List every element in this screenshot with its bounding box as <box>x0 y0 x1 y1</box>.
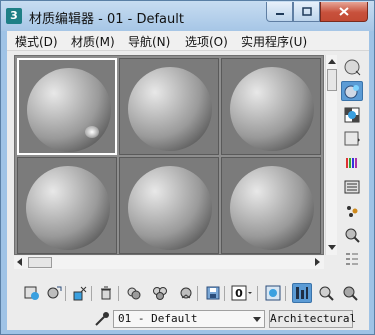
sample-slot[interactable] <box>221 58 321 155</box>
scroll-left-icon[interactable] <box>17 258 22 266</box>
copy-material-icon <box>153 287 167 300</box>
toolbar-separator <box>224 286 225 301</box>
get-material-button[interactable] <box>22 283 42 303</box>
bottom-toolbar: 0 <box>14 283 366 305</box>
background-button[interactable] <box>341 105 363 125</box>
get-material-icon <box>24 286 39 300</box>
menu-material[interactable]: 材质(M) <box>71 33 115 50</box>
select-by-material-button[interactable] <box>341 225 363 245</box>
editor-client-area: 0 01 - Default Architectural <box>7 51 369 330</box>
make-preview-button[interactable] <box>341 177 363 197</box>
sample-slots-grid <box>14 55 324 255</box>
material-name-bar: 01 - Default Architectural <box>7 309 369 331</box>
material-type-button[interactable]: Architectural <box>269 310 356 328</box>
material-sphere <box>27 68 111 152</box>
sample-uv-tiling-icon <box>344 131 360 146</box>
material-name-value: 01 - Default <box>118 312 198 325</box>
make-unique-button[interactable] <box>124 283 144 303</box>
vertical-scroll-thumb[interactable] <box>327 69 337 91</box>
sample-slot[interactable] <box>221 157 321 254</box>
save-icon <box>206 286 220 300</box>
trash-icon <box>101 286 111 300</box>
toolbar-separator <box>65 286 66 301</box>
toolbar-separator <box>118 286 119 301</box>
toolbar-separator <box>257 286 258 301</box>
menu-mode[interactable]: 模式(D) <box>15 33 58 50</box>
eyedropper-button[interactable] <box>93 310 111 328</box>
go-forward-icon <box>343 286 358 301</box>
material-sphere <box>26 166 110 250</box>
material-name-dropdown[interactable]: 01 - Default <box>113 310 265 328</box>
select-by-material-icon <box>345 228 360 243</box>
material-sphere <box>128 67 212 151</box>
material-id-channel-button[interactable]: 0 <box>230 283 254 303</box>
toolbar-separator <box>197 286 198 301</box>
scroll-down-icon[interactable] <box>328 245 336 250</box>
material-sphere <box>230 166 314 250</box>
scroll-right-icon[interactable] <box>315 258 320 266</box>
material-sphere <box>230 67 314 151</box>
sample-slot[interactable] <box>17 157 117 254</box>
sample-type-icon <box>344 59 361 76</box>
backlight-icon <box>344 85 359 99</box>
options-icon <box>347 206 358 217</box>
material-map-navigator-button[interactable] <box>341 249 363 269</box>
menu-navigation[interactable]: 导航(N) <box>128 33 170 50</box>
show-end-result-icon <box>296 287 308 299</box>
menu-utilities[interactable]: 实用程序(U) <box>241 33 307 50</box>
sample-slot[interactable] <box>119 58 219 155</box>
sample-uv-tiling-button[interactable] <box>341 129 363 149</box>
backlight-button[interactable] <box>341 81 363 101</box>
go-forward-button[interactable] <box>340 283 360 303</box>
maximize-icon <box>301 7 312 16</box>
toolbar-separator <box>285 286 286 301</box>
sample-type-button[interactable] <box>341 57 363 77</box>
material-map-navigator-icon <box>346 253 358 265</box>
assign-to-selection-icon <box>73 286 87 301</box>
toolbar-separator <box>91 286 92 301</box>
window-title: 材质编辑器 - 01 - Default <box>29 12 184 27</box>
go-to-parent-button[interactable] <box>316 283 336 303</box>
save-material-button[interactable] <box>203 283 223 303</box>
menu-options[interactable]: 选项(O) <box>185 33 228 50</box>
put-to-scene-button[interactable] <box>44 283 64 303</box>
minimize-icon <box>275 12 284 15</box>
eyedropper-icon <box>95 312 109 326</box>
maximize-button[interactable] <box>293 2 320 22</box>
video-color-check-icon <box>346 158 357 168</box>
chevron-down-icon <box>253 317 261 322</box>
put-to-library-button[interactable] <box>176 283 196 303</box>
make-preview-icon <box>344 180 360 194</box>
title-bar[interactable]: 3 材质编辑器 - 01 - Default <box>1 1 374 31</box>
show-end-result-button[interactable] <box>292 283 312 303</box>
show-map-in-viewport-icon <box>265 285 281 301</box>
material-id-channel-value: 0 <box>235 287 243 300</box>
minimize-button[interactable] <box>266 2 293 22</box>
put-to-scene-icon <box>47 286 62 299</box>
reset-map-button[interactable] <box>96 283 116 303</box>
close-button[interactable] <box>320 2 368 22</box>
material-editor-window: 3 材质编辑器 - 01 - Default 模式(D) 材质(M) 导航(N)… <box>0 0 375 335</box>
go-to-parent-icon <box>319 286 334 301</box>
background-icon <box>344 107 360 123</box>
material-id-channel-icon: 0 <box>231 285 252 301</box>
assign-to-selection-button[interactable] <box>70 283 90 303</box>
copy-material-button[interactable] <box>150 283 170 303</box>
horizontal-scrollbar[interactable] <box>14 256 324 269</box>
options-button[interactable] <box>341 201 363 221</box>
menu-bar: 模式(D) 材质(M) 导航(N) 选项(O) 实用程序(U) <box>7 31 369 51</box>
show-map-in-viewport-button[interactable] <box>263 283 283 303</box>
side-toolbar <box>341 55 367 270</box>
put-to-library-icon <box>180 287 192 299</box>
sample-slot[interactable] <box>17 58 117 155</box>
material-sphere <box>128 166 212 250</box>
close-icon <box>339 7 349 16</box>
vertical-scrollbar[interactable] <box>325 55 337 255</box>
video-color-check-button[interactable] <box>341 153 363 173</box>
horizontal-scroll-thumb[interactable] <box>28 257 52 268</box>
make-unique-icon <box>127 287 141 300</box>
app-icon: 3 <box>6 8 22 24</box>
sample-slot[interactable] <box>119 157 219 254</box>
scroll-up-icon[interactable] <box>328 59 336 64</box>
